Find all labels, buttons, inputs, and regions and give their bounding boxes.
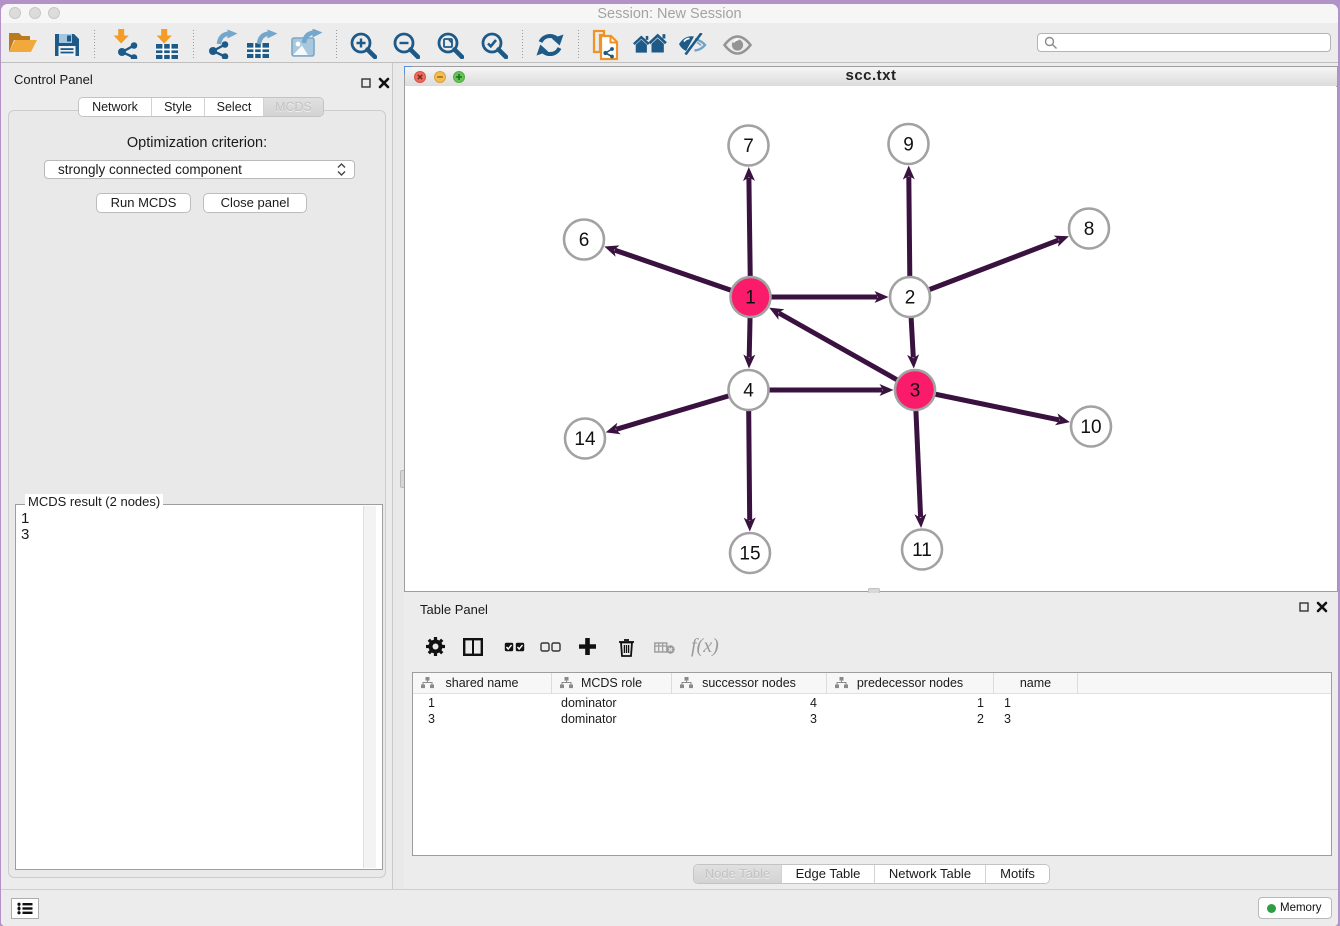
svg-text:15: 15 (739, 544, 760, 565)
svg-text:3: 3 (910, 381, 921, 402)
svg-text:10: 10 (1080, 417, 1101, 438)
svg-text:6: 6 (579, 230, 590, 251)
svg-text:8: 8 (1084, 219, 1095, 240)
svg-text:1: 1 (745, 288, 756, 309)
svg-text:4: 4 (743, 381, 754, 402)
svg-text:2: 2 (905, 288, 916, 309)
svg-text:9: 9 (903, 135, 914, 156)
svg-text:11: 11 (912, 540, 932, 561)
svg-text:7: 7 (743, 136, 754, 157)
svg-text:14: 14 (574, 429, 596, 450)
